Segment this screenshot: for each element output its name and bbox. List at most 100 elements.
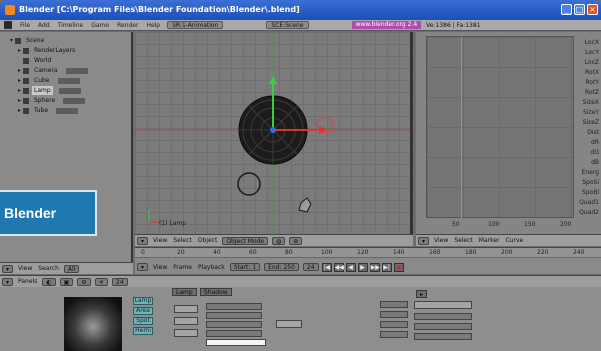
ipo-curve-editor[interactable]: LocX LocY LocZ RotX RotY RotZ SizeX SizeY SizeZ D… [416,32,601,234]
lamp-type-spot-button[interactable]: Spot [133,317,153,325]
3d-viewport[interactable]: (1) Lamp [135,32,413,234]
menu-render[interactable]: Render [113,22,142,29]
fast-forward-icon[interactable]: ▶▶ [369,262,380,272]
lamp-type-hemi-button[interactable]: Hemi [133,327,153,335]
visibility-toggles[interactable] [56,107,79,114]
panel-tab-texture[interactable]: ▸ [416,290,428,298]
ipo-channel-label[interactable]: RotX [585,68,599,77]
lamp-color-r-field[interactable] [206,321,262,328]
lamp-setting-button[interactable] [276,320,302,328]
viewport-object-menu[interactable]: Object [195,237,221,244]
start-frame-field[interactable]: Start: 1 [229,263,261,271]
step-back-icon[interactable]: ◀ [345,262,356,272]
lamp-energy-field[interactable] [206,312,262,319]
menu-file[interactable]: File [16,22,34,29]
ipo-channel-label[interactable]: RotZ [585,88,599,97]
timeline-ruler[interactable]: 0 20 40 60 80 100 120 140 160 180 200 220 240 [135,248,601,258]
outliner-row-cube[interactable]: ▸ Cube [18,76,80,85]
ipo-channel-label[interactable]: dG [591,148,599,157]
editor-type-select[interactable]: ▾ [418,236,430,245]
ipo-channel-label[interactable]: dR [591,138,599,147]
texture-channel-field[interactable] [380,311,408,318]
buttons-window[interactable]: Lamp Area Spot Hemi Lamp Shadow ▸ [0,287,601,351]
visibility-toggles[interactable] [58,87,81,94]
texture-channel-field[interactable] [380,301,408,308]
lamp-type-lamp-button[interactable]: Lamp [133,297,153,305]
outliner-row-world[interactable]: World [18,56,53,65]
ipo-channel-label[interactable]: Quad2 [579,208,599,217]
outliner-search-menu[interactable]: Search [35,265,62,272]
ipo-channel-label[interactable]: Energ [582,168,599,177]
play-icon[interactable]: ▶ [357,262,368,272]
lamp-type-area-button[interactable]: Area [133,307,153,315]
context-object-icon[interactable]: ▣ [59,277,74,286]
ipo-select-menu[interactable]: Select [451,237,476,244]
outliner-row-camera[interactable]: ▸ Camera [18,66,88,75]
buttons-frame-field[interactable]: 24 [112,277,128,286]
outliner-filter-select[interactable]: All [63,264,80,273]
editor-type-select[interactable]: ▾ [2,264,14,273]
outliner-row-tube[interactable]: ▸ Tube [18,106,79,115]
ipo-channel-label[interactable]: dB [591,158,599,167]
outliner-row-scene[interactable]: ▾ Scene [10,36,46,45]
rewind-icon[interactable]: ◀◀ [333,262,344,272]
close-button[interactable]: × [587,4,598,15]
timeline-view-menu[interactable]: View [150,264,170,271]
lamp-option-button[interactable] [174,317,198,325]
viewport-select-menu[interactable]: Select [170,237,195,244]
visibility-toggles[interactable] [57,77,80,84]
screen-select[interactable]: SR:1-Animation [167,21,224,29]
menu-timeline[interactable]: Timeline [54,22,88,29]
viewport-scene[interactable]: (1) Lamp [135,32,413,234]
menu-add[interactable]: Add [34,22,54,29]
texture-map-field[interactable] [414,323,472,330]
editor-type-select[interactable]: ▾ [137,236,149,245]
tube-object[interactable] [237,172,261,196]
jump-end-icon[interactable]: ▶| [381,262,392,272]
timeline-frame-menu[interactable]: Frame [170,264,195,271]
ipo-channel-label[interactable]: SizeZ [583,118,599,127]
ipo-channel-label[interactable]: SizeX [583,98,599,107]
texture-map-field[interactable] [414,333,472,340]
menu-game[interactable]: Game [87,22,113,29]
viewport-view-menu[interactable]: View [150,237,170,244]
texture-channel-field[interactable] [380,331,408,338]
jump-start-icon[interactable]: |◀ [321,262,332,272]
lamp-option-button[interactable] [174,329,198,337]
interaction-mode-select[interactable]: Object Mode [222,236,269,245]
current-frame-field[interactable]: 24 [302,263,319,271]
draw-type-select[interactable]: ◍ [272,236,286,245]
lamp-dist-field[interactable] [206,303,262,310]
camera-object[interactable] [298,197,312,213]
ipo-plot-area[interactable] [426,36,574,219]
pivot-select[interactable]: ⊕ [289,236,303,245]
visibility-toggles[interactable] [63,97,86,104]
timeline-playback-menu[interactable]: Playback [195,264,228,271]
ipo-channel-label[interactable]: Quad1 [579,198,599,207]
info-window-icon[interactable] [4,21,12,29]
ipo-channel-label[interactable]: LocX [585,38,599,47]
timeline-editor[interactable]: 0 20 40 60 80 100 120 140 160 180 200 220 240 ▾ View… [135,247,601,274]
end-frame-field[interactable]: End: 250 [264,263,299,271]
lamp-color-swatch[interactable] [206,339,266,346]
ipo-channel-label[interactable]: RotY [585,78,599,87]
minimize-button[interactable]: _ [561,4,572,15]
ipo-channel-label[interactable]: LocZ [585,58,599,67]
outliner-view-menu[interactable]: View [15,265,35,272]
menu-help[interactable]: Help [142,22,164,29]
editor-type-select[interactable]: ▾ [137,263,149,271]
record-icon[interactable] [393,262,404,272]
ipo-view-menu[interactable]: View [431,237,451,244]
visibility-toggles[interactable] [65,67,88,74]
panels-menu[interactable]: Panels [15,278,40,285]
ipo-curve-menu[interactable]: Curve [503,237,527,244]
ipo-channel-label[interactable]: LocY [585,48,599,57]
panel-tab-shadow[interactable]: Shadow [200,288,232,296]
context-scene-icon[interactable]: ⚙ [77,277,91,286]
lamp-option-button[interactable] [174,305,198,313]
outliner-row-sphere[interactable]: ▸ Sphere [18,96,86,105]
editor-type-select[interactable]: ▾ [2,277,14,286]
ipo-marker-menu[interactable]: Marker [476,237,503,244]
lamp-subcontext-icon[interactable]: ☀ [94,277,109,286]
maximize-button[interactable]: □ [574,4,585,15]
